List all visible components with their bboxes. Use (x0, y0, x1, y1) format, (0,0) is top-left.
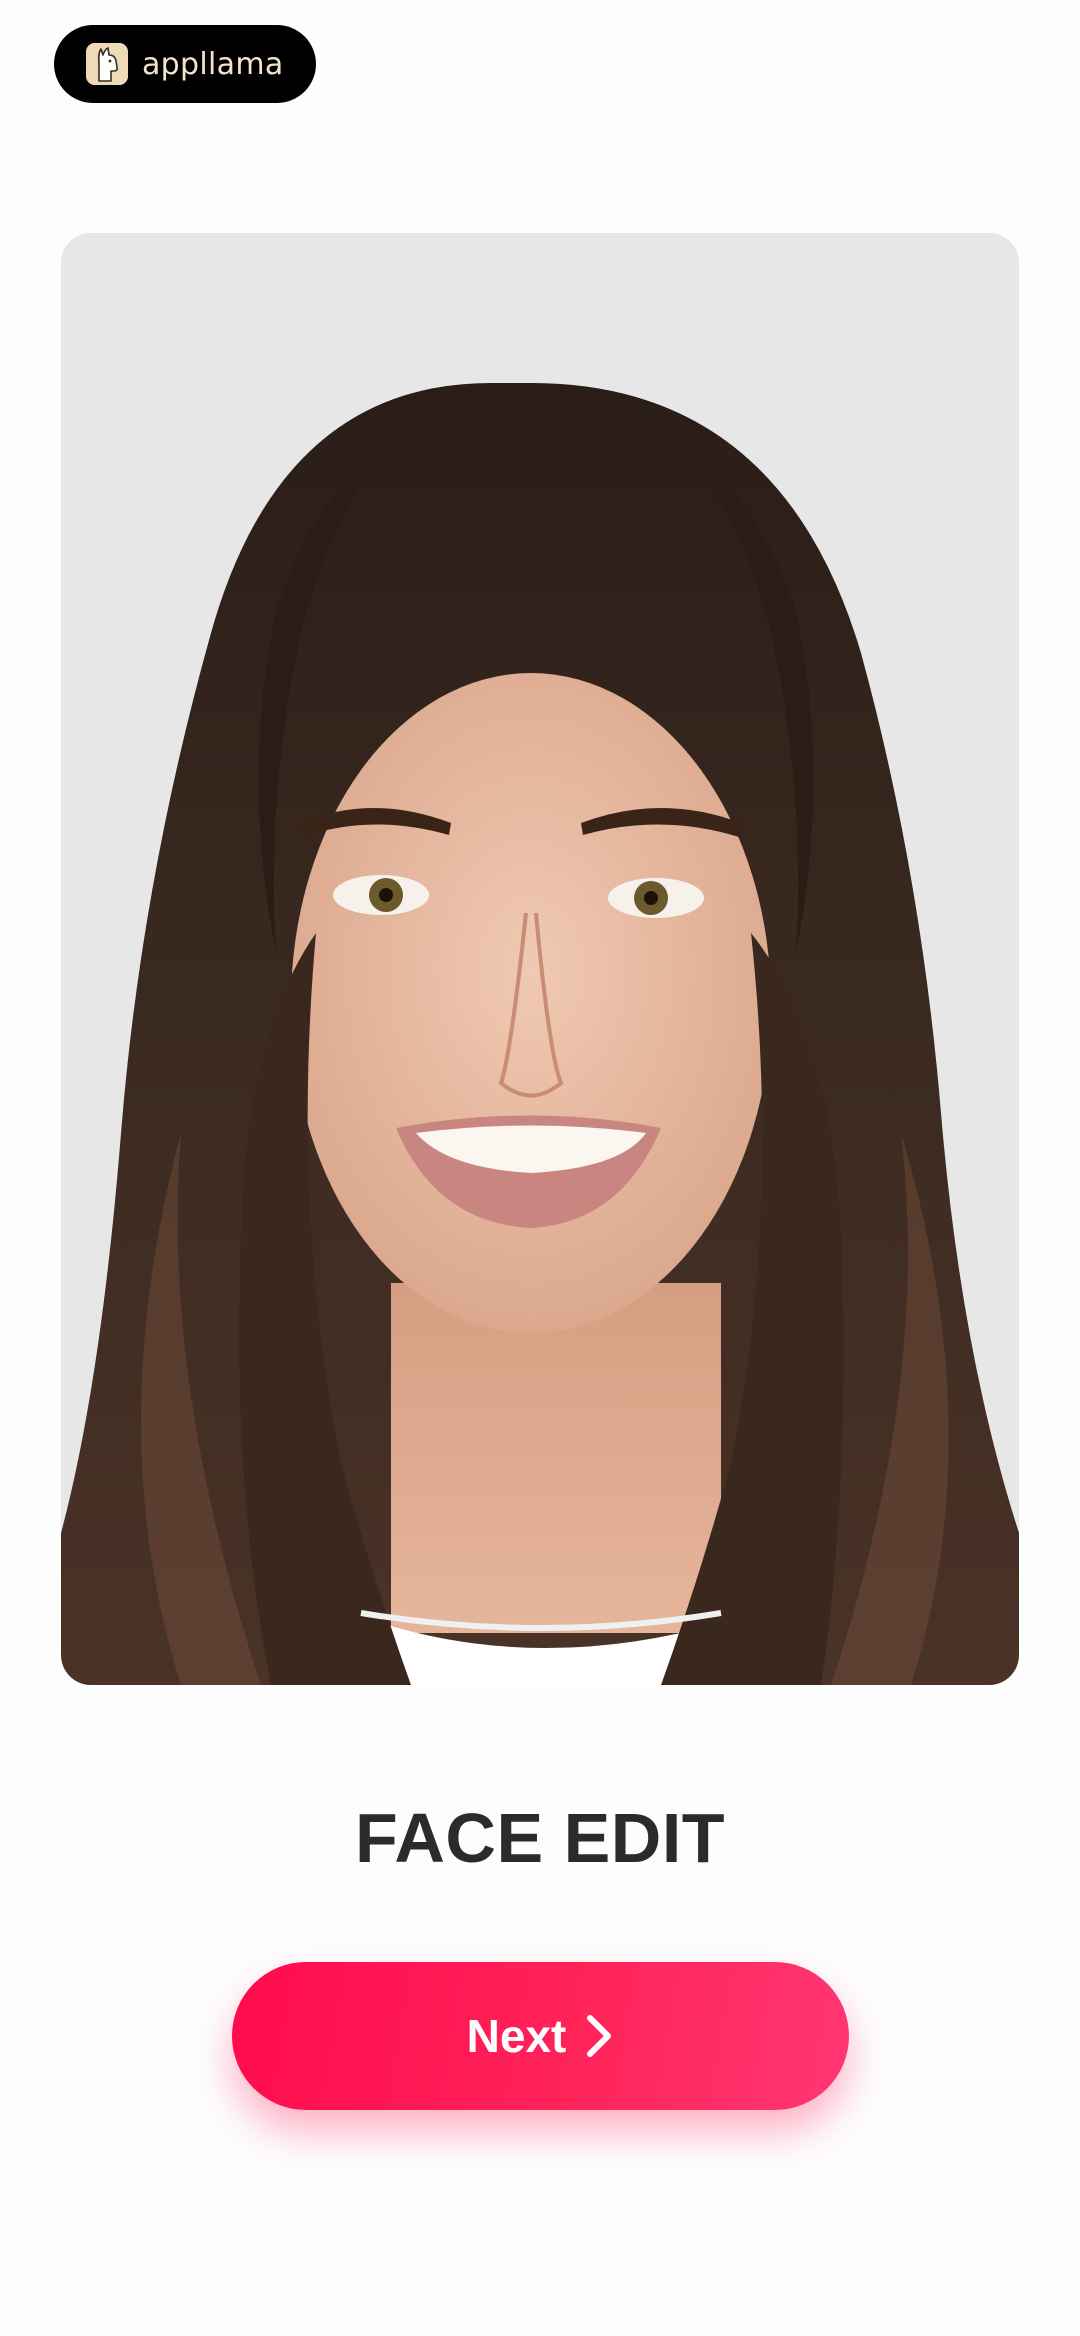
portrait-photo (61, 233, 1019, 1685)
brand-name: appllama (142, 46, 284, 82)
next-button-label: Next (466, 2010, 567, 2062)
next-button[interactable]: Next (232, 1962, 849, 2110)
brand-badge: appllama (54, 25, 316, 103)
chevron-right-icon (584, 2013, 614, 2059)
llama-icon (86, 43, 128, 85)
face-edit-screen: appllama FACE EDIT Next (0, 0, 1080, 2336)
page-title: FACE EDIT (354, 1799, 726, 1877)
